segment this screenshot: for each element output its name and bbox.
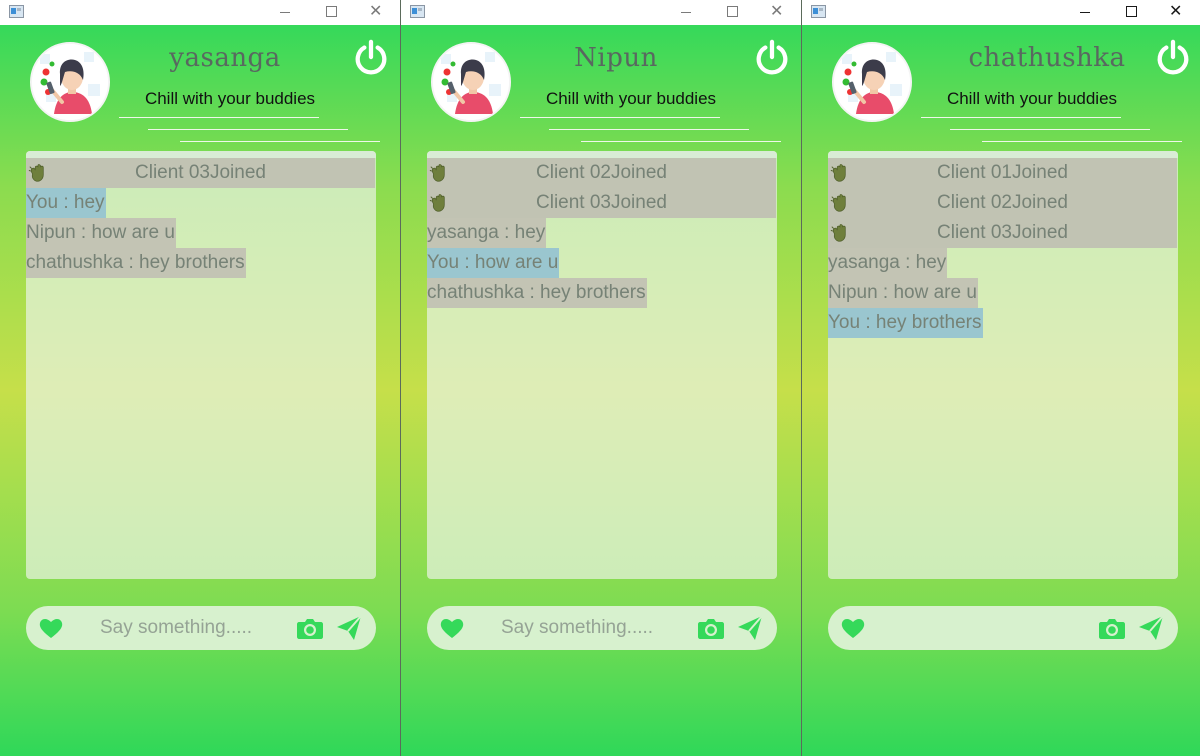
power-icon xyxy=(753,39,791,81)
power-button[interactable] xyxy=(1154,39,1192,77)
tagline: Chill with your buddies xyxy=(946,89,1118,108)
maximize-icon xyxy=(326,6,337,17)
own-message: You : hey brothers xyxy=(828,308,983,338)
join-notification: Client 01Joined xyxy=(828,158,1177,188)
heart-icon[interactable] xyxy=(439,616,465,640)
peer-message: yasanga : hey xyxy=(828,248,948,278)
decorative-divider xyxy=(119,117,319,118)
join-notification: Client 03Joined xyxy=(828,218,1177,248)
minimize-button[interactable] xyxy=(663,0,709,25)
power-button[interactable] xyxy=(352,39,390,77)
join-notification: Client 02Joined xyxy=(828,188,1177,218)
join-text: Client 02Joined xyxy=(937,192,1068,213)
decorative-divider xyxy=(921,117,1121,118)
maximize-button[interactable] xyxy=(709,0,755,25)
peer-message: chathushka : hey brothers xyxy=(427,278,647,308)
message-area: Client 01Joined Client 02Joined Client 03J… xyxy=(828,151,1178,579)
message-area-top-strip xyxy=(26,151,376,158)
camera-icon[interactable] xyxy=(296,616,324,640)
decorative-divider xyxy=(520,117,720,118)
message-area-top-strip xyxy=(828,151,1178,158)
join-text: Client 03Joined xyxy=(135,162,266,183)
close-button[interactable]: ✕ xyxy=(354,0,400,25)
maximize-button[interactable] xyxy=(308,0,354,25)
own-message: You : how are u xyxy=(427,248,560,278)
message-input[interactable]: Say something..... xyxy=(501,606,653,650)
username-title: yasanga xyxy=(169,43,281,73)
avatar xyxy=(832,42,912,122)
chat-body: chathushka Chill with your buddies Client … xyxy=(802,25,1200,756)
close-icon: ✕ xyxy=(770,1,784,20)
join-notification: Client 03Joined xyxy=(427,188,776,218)
peer-message: yasanga : hey xyxy=(427,218,547,248)
peer-message: Nipun : how are u xyxy=(828,278,978,308)
peer-message: Nipun : how are u xyxy=(26,218,176,248)
close-icon: ✕ xyxy=(369,1,383,20)
chat-window: ✕ Nipun Chill with your buddies Client 02Jo… xyxy=(401,0,802,756)
close-button[interactable]: ✕ xyxy=(755,0,801,25)
tagline: Chill with your buddies xyxy=(545,89,717,108)
avatar xyxy=(30,42,110,122)
chat-body: Nipun Chill with your buddies Client 02Joi… xyxy=(401,25,801,756)
close-button[interactable]: ✕ xyxy=(1154,0,1200,25)
app-window-icon xyxy=(410,5,425,18)
decorative-divider xyxy=(581,141,781,142)
camera-icon[interactable] xyxy=(1098,616,1126,640)
message-area: Client 03Joined You : hey Nipun : how are … xyxy=(26,151,376,579)
camera-icon[interactable] xyxy=(697,616,725,640)
message-input[interactable]: Say something..... xyxy=(100,606,252,650)
avatar xyxy=(431,42,511,122)
message-input-bar: Say something..... xyxy=(427,606,777,650)
minimize-button[interactable] xyxy=(1062,0,1108,25)
tagline: Chill with your buddies xyxy=(144,89,316,108)
power-icon xyxy=(352,39,390,81)
maximize-icon xyxy=(1126,6,1137,17)
decorative-divider xyxy=(549,129,749,130)
chat-window: ✕ yasanga Chill with your buddies Client 03… xyxy=(0,0,401,756)
decorative-divider xyxy=(148,129,348,130)
join-text: Client 01Joined xyxy=(937,162,1068,183)
title-bar: ✕ xyxy=(0,0,400,25)
join-text: Client 03Joined xyxy=(536,192,667,213)
maximize-icon xyxy=(727,6,738,17)
send-icon[interactable] xyxy=(736,614,764,642)
minimize-icon xyxy=(681,12,691,13)
chat-body: yasanga Chill with your buddies Client 03J… xyxy=(0,25,400,756)
message-area: Client 02Joined Client 03Joined yasanga : … xyxy=(427,151,777,579)
minimize-icon xyxy=(280,12,290,13)
maximize-button[interactable] xyxy=(1108,0,1154,25)
decorative-divider xyxy=(180,141,380,142)
close-icon: ✕ xyxy=(1169,1,1183,20)
power-button[interactable] xyxy=(753,39,791,77)
power-icon xyxy=(1154,39,1192,81)
chat-window: ✕ chathushka Chill with your buddies Client… xyxy=(802,0,1200,756)
join-text: Client 03Joined xyxy=(937,222,1068,243)
title-bar: ✕ xyxy=(802,0,1200,25)
own-message: You : hey xyxy=(26,188,106,218)
message-area-top-strip xyxy=(427,151,777,158)
username-title: chathushka xyxy=(968,43,1126,73)
decorative-divider xyxy=(950,129,1150,130)
heart-icon[interactable] xyxy=(38,616,64,640)
join-text: Client 02Joined xyxy=(536,162,667,183)
heart-icon[interactable] xyxy=(840,616,866,640)
minimize-icon xyxy=(1080,12,1090,13)
decorative-divider xyxy=(982,141,1182,142)
send-icon[interactable] xyxy=(335,614,363,642)
join-notification: Client 03Joined xyxy=(26,158,375,188)
app-window-icon xyxy=(811,5,826,18)
peer-message: chathushka : hey brothers xyxy=(26,248,246,278)
title-bar: ✕ xyxy=(401,0,801,25)
message-input-bar: Say something..... xyxy=(26,606,376,650)
join-notification: Client 02Joined xyxy=(427,158,776,188)
message-input-bar xyxy=(828,606,1178,650)
username-title: Nipun xyxy=(574,43,658,73)
send-icon[interactable] xyxy=(1137,614,1165,642)
minimize-button[interactable] xyxy=(262,0,308,25)
app-window-icon xyxy=(9,5,24,18)
